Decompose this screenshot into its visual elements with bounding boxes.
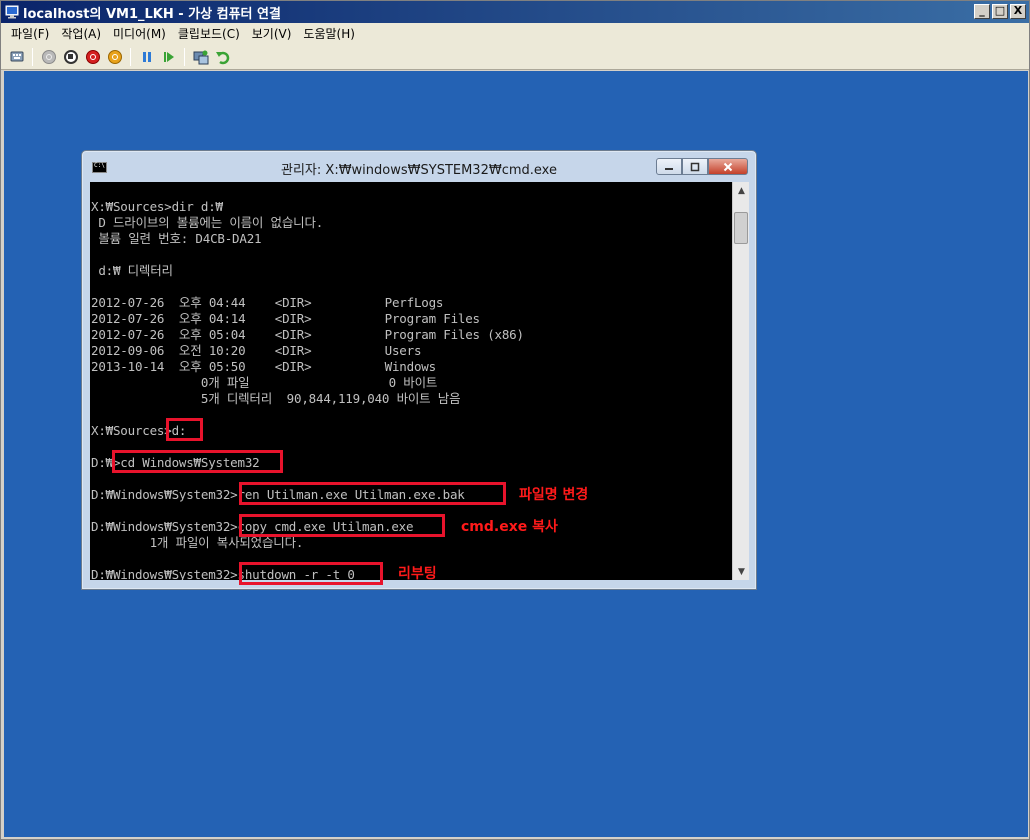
cmd-window-title: 관리자: X:₩windows₩SYSTEM32₩cmd.exe <box>281 163 557 178</box>
scroll-up-icon[interactable]: ▲ <box>733 182 750 199</box>
pause-icon[interactable] <box>137 47 156 66</box>
toolbar <box>1 44 1029 70</box>
console-line: X:₩Sources>dir d:₩ <box>91 199 223 214</box>
turn-off-icon[interactable] <box>61 47 80 66</box>
restore-button[interactable]: □ <box>992 4 1008 19</box>
cmd-close-button[interactable] <box>708 158 748 175</box>
menu-help[interactable]: 도움말(H) <box>297 25 361 42</box>
scroll-thumb[interactable] <box>734 212 748 244</box>
snapshot-icon[interactable] <box>191 47 210 66</box>
console-line: 5개 디렉터리 90,844,119,040 바이트 남음 <box>91 391 461 406</box>
console-scrollbar[interactable]: ▲ ▼ <box>732 182 749 580</box>
console-line: 0개 파일 0 바이트 <box>91 375 438 390</box>
console-line: 볼륨 일련 번호: D4CB-DA21 <box>91 231 262 246</box>
cmd-minimize-button[interactable] <box>656 158 682 175</box>
annotation-rename: 파일명 변경 <box>519 487 589 503</box>
annotation-copy: cmd.exe 복사 <box>461 519 558 535</box>
toolbar-separator <box>130 47 131 66</box>
vm-monitor-icon <box>5 5 19 19</box>
menu-bar: 파일(F) 작업(A) 미디어(M) 클립보드(C) 보기(V) 도움말(H) <box>1 23 1029 44</box>
highlight-ren-command <box>239 482 506 505</box>
close-button[interactable]: X <box>1010 4 1026 19</box>
highlight-cd-command <box>112 450 283 473</box>
highlight-copy-command <box>239 514 445 537</box>
annotation-reboot: 리부팅 <box>398 566 437 582</box>
cmd-maximize-button[interactable] <box>682 158 708 175</box>
scroll-down-icon[interactable]: ▼ <box>733 563 750 580</box>
toolbar-separator <box>32 47 33 66</box>
vm-window-title: localhost의 VM1_LKH - 가상 컴퓨터 연결 <box>23 6 281 22</box>
power-icon[interactable] <box>105 47 124 66</box>
console-line: 2012-09-06 오전 10:20 <DIR> Users <box>91 343 422 358</box>
console-line: 2013-10-14 오후 05:50 <DIR> Windows <box>91 359 436 374</box>
menu-clipboard[interactable]: 클립보드(C) <box>172 25 246 42</box>
minimize-button[interactable]: _ <box>974 4 990 19</box>
menu-file[interactable]: 파일(F) <box>5 25 55 42</box>
vm-title-bar[interactable]: localhost의 VM1_LKH - 가상 컴퓨터 연결 _ □ X <box>1 1 1029 23</box>
console-line: 2012-07-26 오후 04:44 <DIR> PerfLogs <box>91 295 444 310</box>
highlight-d-command <box>166 418 203 441</box>
highlight-shutdown-command <box>239 562 383 585</box>
start-icon[interactable] <box>39 47 58 66</box>
resume-icon[interactable] <box>159 47 178 66</box>
ctrl-alt-del-icon[interactable] <box>7 47 26 66</box>
shutdown-icon[interactable] <box>83 47 102 66</box>
menu-view[interactable]: 보기(V) <box>246 25 298 42</box>
toolbar-separator <box>184 47 185 66</box>
console-line: d:₩ 디렉터리 <box>91 263 173 278</box>
console-line: 1개 파일이 복사되었습니다. <box>91 535 304 550</box>
console-line: 2012-07-26 오후 04:14 <DIR> Program Files <box>91 311 480 326</box>
console-line: D 드라이브의 볼륨에는 이름이 없습니다. <box>91 215 324 230</box>
menu-media[interactable]: 미디어(M) <box>107 25 172 42</box>
revert-icon[interactable] <box>213 47 232 66</box>
cmd-title-bar[interactable]: 관리자: X:₩windows₩SYSTEM32₩cmd.exe <box>82 151 756 181</box>
menu-action[interactable]: 작업(A) <box>55 25 107 42</box>
console-line: 2012-07-26 오후 05:04 <DIR> Program Files … <box>91 327 524 342</box>
